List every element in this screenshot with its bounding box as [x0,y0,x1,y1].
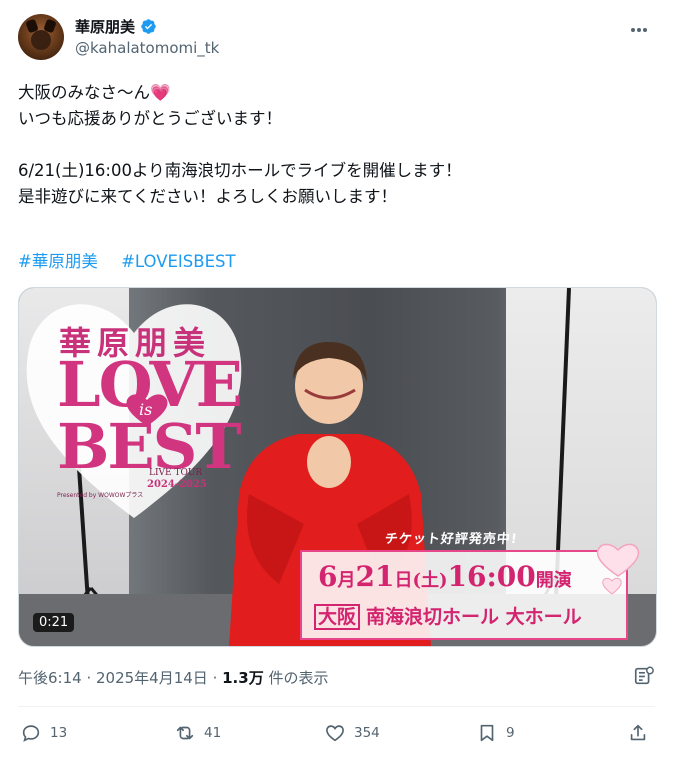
ticket-banner: チケット好評発売中! [384,532,519,547]
event-date: 6月21日(土)16:00開演 [318,560,572,593]
tweet-date[interactable]: 2025年4月14日 [96,669,208,687]
share-icon [630,724,646,741]
repost-button[interactable]: 41 [174,722,221,744]
tweet-time[interactable]: 午後6:14 [18,669,82,687]
heart-icon [326,725,344,742]
hearts-decoration-icon [596,543,640,595]
event-date-box: 6月21日(土)16:00開演 大阪 南海浪切ホール 大ホール [300,550,628,640]
hashtag-link[interactable]: #LOVEISBEST [121,252,235,271]
tweet-meta: 午後6:14 · 2025年4月14日 · 1.3万 件の表示 [18,669,329,687]
hashtag-link[interactable]: #華原朋美 [18,252,98,271]
video-player[interactable]: 華原朋美 LOVE is BEST LIVE TOUR 2024-2025 Pr… [18,287,657,647]
more-options-icon[interactable] [625,18,653,42]
analytics-icon[interactable] [633,665,655,687]
tour-years: 2024-2025 [147,479,207,490]
handle[interactable]: @kahalatomomi_tk [75,39,219,57]
event-venue: 大阪 南海浪切ホール 大ホール [314,602,582,630]
avatar[interactable] [18,14,64,60]
tour-label: LIVE TOUR [149,468,203,478]
repost-count: 41 [204,725,222,741]
views-label: 件の表示 [268,669,329,687]
name-row: 華原朋美 [75,16,157,37]
video-duration: 0:21 [33,613,75,632]
reply-icon [22,725,40,742]
like-count: 354 [354,725,380,741]
tweet-text: 大阪のみなさ〜ん💗 いつも応援ありがとうございます！ 6/21(土)16:00よ… [18,83,462,206]
bookmark-button[interactable]: 9 [476,722,515,744]
action-bar: 13 41 354 9 [18,722,655,748]
presented-by: Presented by WOWOWプラス [57,492,144,499]
reply-count: 13 [50,725,68,741]
repost-icon [176,726,194,740]
divider [18,706,655,707]
views-count: 1.3万 [222,669,264,687]
display-name[interactable]: 華原朋美 [75,16,135,37]
bookmark-count: 9 [506,725,515,741]
reply-button[interactable]: 13 [20,722,67,744]
verified-badge-icon [141,19,156,34]
like-button[interactable]: 354 [324,722,380,744]
hashtags: #華原朋美 #LOVEISBEST [18,248,254,272]
bookmark-icon [480,724,494,742]
share-button[interactable] [627,722,649,744]
tweet-header: 華原朋美 @kahalatomomi_tk [18,14,655,62]
